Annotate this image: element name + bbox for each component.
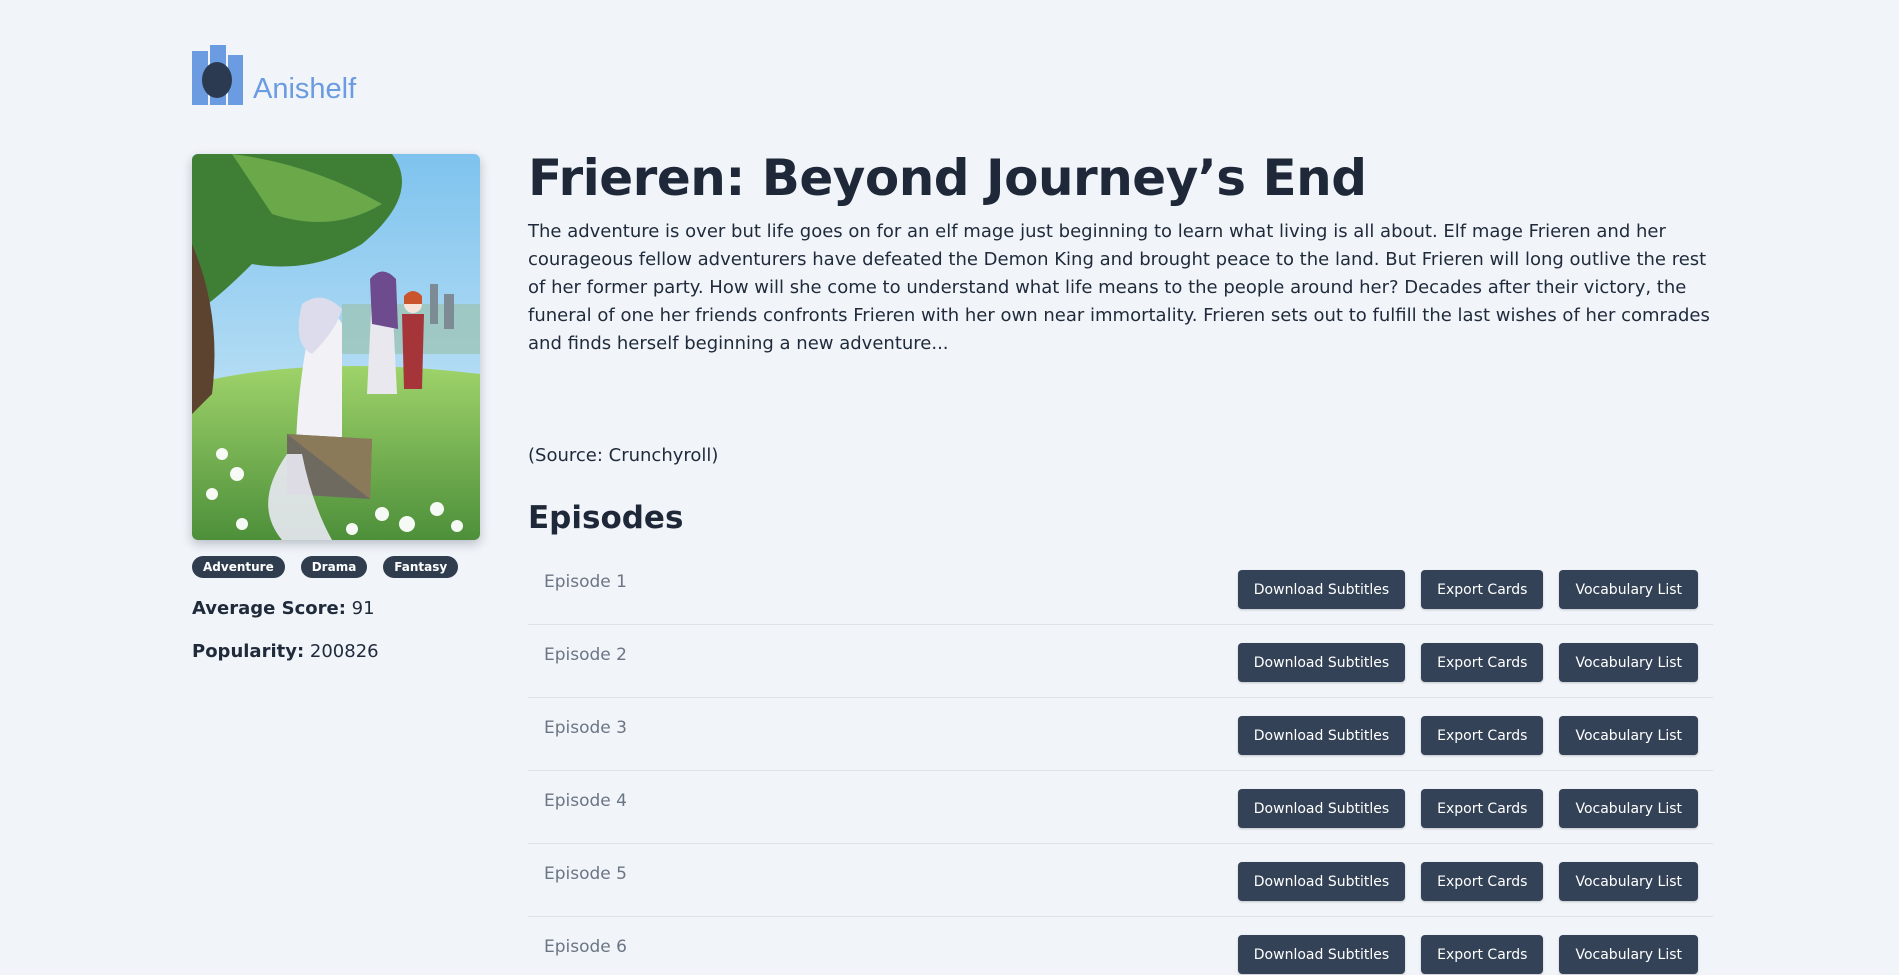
popularity-label: Popularity: bbox=[192, 641, 305, 662]
episode-row: Episode 3 Download Subtitles Export Card… bbox=[528, 698, 1713, 771]
export-cards-button[interactable]: Export Cards bbox=[1421, 570, 1544, 609]
synopsis: The adventure is over but life goes on f… bbox=[528, 221, 1710, 354]
genre-tag[interactable]: Adventure bbox=[192, 556, 285, 578]
episodes-heading: Episodes bbox=[528, 500, 684, 536]
popularity-value: 200826 bbox=[309, 641, 379, 662]
genre-tag[interactable]: Drama bbox=[300, 556, 368, 578]
episode-row: Episode 4 Download Subtitles Export Card… bbox=[528, 771, 1713, 844]
genre-tags: Adventure Drama Fantasy bbox=[192, 556, 459, 578]
export-cards-button[interactable]: Export Cards bbox=[1421, 789, 1544, 828]
episode-title: Episode 3 bbox=[544, 718, 627, 738]
episode-title: Episode 5 bbox=[544, 864, 627, 884]
page-title: Frieren: Beyond Journey’s End bbox=[528, 149, 1367, 207]
episode-row: Episode 5 Download Subtitles Export Card… bbox=[528, 844, 1713, 917]
episode-actions: Download Subtitles Export Cards Vocabula… bbox=[1237, 716, 1698, 755]
vocabulary-list-button[interactable]: Vocabulary List bbox=[1559, 643, 1698, 682]
export-cards-button[interactable]: Export Cards bbox=[1421, 862, 1544, 901]
poster-image bbox=[192, 154, 480, 540]
page: Anishelf Adventure Drama Fantasy Average… bbox=[0, 0, 1899, 975]
vocabulary-list-button[interactable]: Vocabulary List bbox=[1559, 716, 1698, 755]
genre-tag[interactable]: Fantasy bbox=[383, 556, 459, 578]
download-subtitles-button[interactable]: Download Subtitles bbox=[1237, 789, 1406, 828]
vocabulary-list-button[interactable]: Vocabulary List bbox=[1559, 570, 1698, 609]
episode-row: Episode 2 Download Subtitles Export Card… bbox=[528, 625, 1713, 698]
average-score-value: 91 bbox=[351, 598, 375, 619]
bookshelf-icon bbox=[192, 45, 243, 105]
episode-list: Episode 1 Download Subtitles Export Card… bbox=[528, 552, 1713, 975]
brand-name: Anishelf bbox=[253, 73, 357, 105]
episode-title: Episode 1 bbox=[544, 572, 627, 592]
logo[interactable]: Anishelf bbox=[192, 45, 356, 105]
average-score: Average Score: 91 bbox=[192, 598, 375, 619]
download-subtitles-button[interactable]: Download Subtitles bbox=[1237, 570, 1406, 609]
episode-actions: Download Subtitles Export Cards Vocabula… bbox=[1237, 862, 1698, 901]
vocabulary-list-button[interactable]: Vocabulary List bbox=[1559, 862, 1698, 901]
episode-title: Episode 6 bbox=[544, 937, 627, 957]
episode-actions: Download Subtitles Export Cards Vocabula… bbox=[1237, 570, 1698, 609]
episode-title: Episode 2 bbox=[544, 645, 627, 665]
episode-actions: Download Subtitles Export Cards Vocabula… bbox=[1237, 935, 1698, 974]
episode-actions: Download Subtitles Export Cards Vocabula… bbox=[1237, 643, 1698, 682]
vocabulary-list-button[interactable]: Vocabulary List bbox=[1559, 789, 1698, 828]
popularity: Popularity: 200826 bbox=[192, 641, 379, 662]
episode-title: Episode 4 bbox=[544, 791, 627, 811]
episode-row: Episode 1 Download Subtitles Export Card… bbox=[528, 552, 1713, 625]
episode-row: Episode 6 Download Subtitles Export Card… bbox=[528, 917, 1713, 975]
episode-actions: Download Subtitles Export Cards Vocabula… bbox=[1237, 789, 1698, 828]
export-cards-button[interactable]: Export Cards bbox=[1421, 935, 1544, 974]
export-cards-button[interactable]: Export Cards bbox=[1421, 643, 1544, 682]
vocabulary-list-button[interactable]: Vocabulary List bbox=[1559, 935, 1698, 974]
download-subtitles-button[interactable]: Download Subtitles bbox=[1237, 716, 1406, 755]
download-subtitles-button[interactable]: Download Subtitles bbox=[1237, 643, 1406, 682]
average-score-label: Average Score: bbox=[192, 598, 346, 619]
download-subtitles-button[interactable]: Download Subtitles bbox=[1237, 862, 1406, 901]
export-cards-button[interactable]: Export Cards bbox=[1421, 716, 1544, 755]
synopsis-source: (Source: Crunchyroll) bbox=[528, 445, 719, 466]
download-subtitles-button[interactable]: Download Subtitles bbox=[1237, 935, 1406, 974]
